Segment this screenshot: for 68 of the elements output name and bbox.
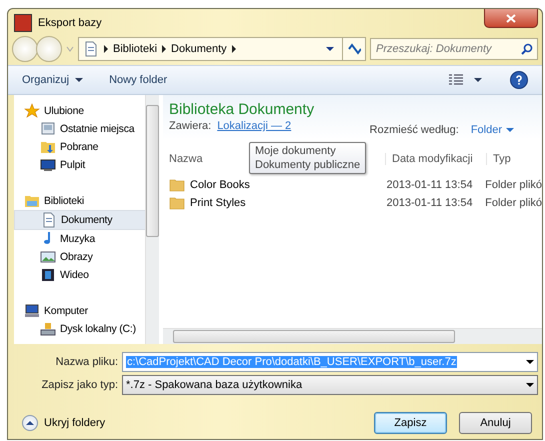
table-cell-text: Folder plikó [484,197,542,209]
folder-icon [169,195,185,211]
library-folder-icon [24,193,40,209]
contains-label: Zawiera: [169,120,212,132]
chevron-icon [162,45,166,53]
view-list-icon[interactable] [448,74,464,86]
field-label: Nazwa pliku: [54,356,118,368]
app-icon [14,14,32,32]
star-icon [24,103,40,119]
caret-icon [66,45,74,53]
field-label: Zapisz jako typ: [40,378,118,390]
sidebar-item[interactable]: Wideo [14,266,145,284]
search-field[interactable]: Przeszukaj: Dokumenty [370,38,538,60]
sidebar-item[interactable]: Pulpit [14,156,145,174]
file-name[interactable]: Color Books [190,179,250,191]
monitor-icon [40,157,56,173]
recent-places-icon [40,121,56,137]
caret-icon[interactable] [474,78,482,82]
tooltip-line: Moje dokumenty [255,144,337,158]
search-icon [521,43,533,55]
film-icon [40,267,56,283]
column-header[interactable]: Data modyfikacji [385,153,486,165]
collapse-icon[interactable] [22,415,38,431]
sidebar-group[interactable]: Komputer [14,302,145,320]
sidebar-item[interactable]: Pobrane [14,138,145,156]
computer-icon [24,303,40,319]
scrollbar[interactable] [163,328,542,344]
folder-icon [169,177,185,193]
scrollbar[interactable] [145,95,159,344]
sidebar-group[interactable]: Biblioteki [14,192,145,210]
picture-icon [40,249,56,265]
dialog-button[interactable]: Zapisz [374,412,447,434]
help-icon[interactable] [510,71,528,89]
sidebar-item[interactable]: Ostatnie miejsca [14,120,145,138]
chevron-icon [104,45,108,53]
close-icon [506,14,516,22]
arrange-dropdown[interactable]: Folder [470,124,514,136]
table-cell-text: Folder plikó [484,179,542,191]
column-header[interactable]: Typ [486,153,511,165]
organize-menu[interactable]: Organizuj [22,74,84,86]
table-cell-text: 2013-01-11 13:54 [386,179,474,191]
locations-link[interactable]: Lokalizacji — 2 [217,120,292,132]
table-cell-text: 2013-01-11 13:54 [386,197,474,209]
caret-icon [326,47,334,51]
refresh-button[interactable] [343,37,366,61]
address-bar[interactable]: Biblioteki Dokumenty [78,37,343,61]
file-name[interactable]: Print Styles [190,197,246,209]
sidebar-group[interactable]: Ulubione [14,102,145,120]
tooltip-line: Dokumenty publiczne [255,158,360,172]
sidebar-item[interactable]: Dysk lokalny (C:) [14,320,145,338]
document-icon [83,41,99,57]
refresh-icon [347,43,361,55]
breadcrumb-item[interactable]: Dokumenty [171,43,227,55]
close-button[interactable] [484,9,538,28]
download-folder-icon [40,139,56,155]
arrange-label: Rozmieść według: [370,124,459,136]
dialog-button[interactable]: Anuluj [459,412,532,434]
document-icon [41,212,57,228]
sidebar-item[interactable]: Obrazy [14,248,145,266]
chevron-icon [232,45,236,53]
breadcrumb-item[interactable]: Biblioteki [113,43,158,55]
file-type-dropdown[interactable]: *.7z - Spakowana baza użytkownika [122,374,538,394]
drive-icon [40,321,56,337]
hide-folders-toggle[interactable]: Ukryj foldery [44,417,106,429]
new-folder-button[interactable]: Nowy folder [109,74,168,86]
library-title: Biblioteka Dokumenty [169,101,314,118]
sidebar-item[interactable]: Muzyka [14,230,145,248]
window-title: Eksport bazy [38,16,102,28]
